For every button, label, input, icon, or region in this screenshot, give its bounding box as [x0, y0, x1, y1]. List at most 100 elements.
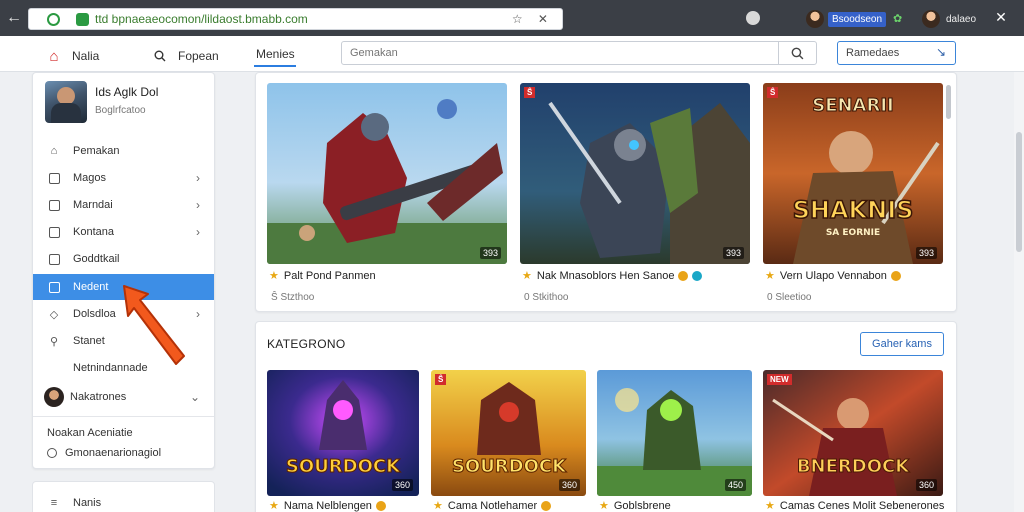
game-thumbnail[interactable]: 393 [267, 83, 507, 264]
star-icon: ★ [765, 270, 775, 282]
sidebar-item-label: Stanet [73, 335, 105, 347]
sidebar-item-pemakan[interactable]: ⌂ Pemakan [33, 138, 214, 164]
new-tag: Ŝ [524, 87, 536, 98]
game-thumbnail[interactable]: Ŝ 393 [520, 83, 750, 264]
grid-icon [47, 252, 61, 266]
sidebar: Ids Aglk Dol Boglrfcatoo ⌂ Pemakan Magos… [32, 72, 215, 469]
view-count-badge: 393 [915, 247, 937, 259]
address-bar[interactable]: ttd bpnaeaeocomon/lildaost.bmabb.com ☆ ✕ [28, 8, 563, 30]
sidebar-item-label: Marndai [73, 199, 113, 211]
active-tab-indicator [254, 65, 296, 67]
avatar [44, 387, 64, 407]
extension-icon[interactable] [746, 11, 760, 25]
nav-search[interactable]: Fopean [152, 47, 219, 65]
nav-home-label: Nalia [72, 49, 100, 63]
sidebar-item-label: Nedent [73, 281, 109, 293]
house-icon: ⌂ [50, 145, 58, 157]
sidebar-section-heading: Noakan Aceniatie [47, 427, 133, 439]
filter-dropdown[interactable]: Ramedaes ↘ [837, 41, 956, 65]
sidebar-item-label: Gmonaenarionagiol [65, 447, 162, 459]
sidebar-item-magos[interactable]: Magos › [33, 165, 214, 191]
game-thumbnail[interactable]: SOURDOCK 360 [267, 370, 419, 496]
game-title[interactable]: ★ Nama Nelblengen [269, 499, 386, 512]
coin-icon [890, 270, 901, 281]
url-text: ttd bpnaeaeocomon/lildaost.bmabb.com [95, 12, 308, 26]
game-title[interactable]: ★ Goblsbrene [599, 499, 671, 512]
grid-icon [47, 171, 61, 185]
sidebar-item-label: Nanis [73, 497, 102, 509]
sidebar-item-label: Goddtkail [73, 253, 120, 265]
search-input[interactable] [350, 45, 770, 61]
sidebar-item-label: Magos [73, 172, 107, 184]
game-art-title: SENARII [812, 95, 894, 116]
expand-icon[interactable]: ↘ [936, 45, 946, 59]
new-tag: Ŝ [435, 374, 447, 385]
game-art-title: SOURDOCK [286, 456, 401, 477]
sidebar-item-nanis[interactable]: ≡ Nanis [33, 490, 214, 512]
game-title[interactable]: ★ Cama Notlehamer [433, 499, 552, 512]
sidebar-item-nakatrones[interactable]: Nakatrones ⌄ [33, 384, 214, 410]
sidebar-item-label: Kontana [73, 226, 114, 238]
star-icon: ★ [599, 500, 609, 512]
game-title-text: Camas Cenes Molit Sebenerones [779, 499, 945, 512]
list-icon: ≡ [50, 497, 58, 509]
game-title-text: Goblsbrene [613, 499, 671, 512]
view-count-badge: 360 [915, 479, 937, 491]
sidebar-item-footer[interactable]: Gmonaenarionagiol [47, 447, 161, 459]
game-title[interactable]: ★ Camas Cenes Molit Sebenerones [765, 499, 944, 512]
see-all-button[interactable]: Gaher kams [860, 332, 944, 356]
sidebar-item-label: Pemakan [73, 145, 120, 157]
game-meta: 0 Sleetioo [767, 292, 812, 303]
user-name: Ids Aglk Dol [95, 85, 159, 99]
sidebar-item-goddtkail[interactable]: Goddtkail [33, 246, 214, 272]
avatar[interactable] [45, 81, 87, 123]
scrollbar-thumb[interactable] [1016, 132, 1022, 252]
filter-label: Ramedaes [846, 47, 900, 59]
bookmark-star-icon[interactable]: ☆ ✕ [512, 12, 554, 26]
tab-menies[interactable]: Menies [256, 47, 295, 61]
star-icon: ★ [522, 270, 532, 282]
search-field[interactable] [341, 41, 817, 65]
back-arrow-icon[interactable]: ← [4, 8, 24, 28]
game-meta: Ŝ Stzthoo [271, 292, 315, 303]
nav-home[interactable]: ⌂ Nalia [46, 47, 99, 65]
sidebar-secondary-panel: ≡ Nanis [32, 481, 215, 512]
game-thumbnail[interactable]: SENARII SHAKNIS SA EORNIE Ŝ 393 [763, 83, 943, 264]
chevron-right-icon: › [196, 225, 200, 239]
chevron-down-icon: ⌄ [189, 390, 200, 404]
coin-icon [375, 500, 386, 511]
panel-scrollbar[interactable] [946, 85, 951, 119]
close-window-icon[interactable]: ✕ [990, 9, 1012, 27]
view-count-badge: 393 [479, 247, 501, 259]
coin-icon [678, 270, 689, 281]
account-menu[interactable]: dalaeo [922, 10, 976, 28]
star-icon: ★ [765, 500, 775, 512]
game-thumbnail[interactable]: BNERDOCK NEW 360 [763, 370, 943, 496]
chevron-right-icon: › [196, 307, 200, 321]
game-title[interactable]: ★ Vern Ulapo Vennabon [765, 269, 901, 282]
page-scrollbar[interactable] [1014, 72, 1024, 512]
user-subtitle: Boglrfcatoo [95, 105, 146, 116]
pointer-arrow-icon [123, 285, 185, 365]
game-title[interactable]: ★ Nak Mnasoblors Hen Sanoe [522, 269, 703, 282]
extension-puzzle-icon[interactable]: ✿ [893, 12, 902, 25]
secure-icon [47, 13, 60, 26]
search-button[interactable] [778, 42, 816, 64]
avatar [806, 10, 824, 28]
sidebar-item-kontana[interactable]: Kontana › [33, 219, 214, 245]
profile-chip[interactable]: Bsoodseon [806, 10, 887, 28]
game-title[interactable]: ★ Palt Pond Panmen [269, 269, 376, 283]
info-icon [692, 270, 703, 281]
new-tag: NEW [767, 374, 792, 385]
game-thumbnail[interactable]: SOURDOCK Ŝ 360 [431, 370, 586, 496]
browser-toolbar: ← ttd bpnaeaeocomon/lildaost.bmabb.com ☆… [0, 0, 1024, 36]
search-icon [791, 47, 804, 59]
view-count-badge: 360 [391, 479, 413, 491]
star-icon: ★ [433, 500, 443, 512]
star-icon: ★ [269, 500, 279, 512]
account-label: dalaeo [946, 13, 977, 25]
view-count-badge: 360 [558, 479, 580, 491]
sidebar-item-marndai[interactable]: Marndai › [33, 192, 214, 218]
game-art-tagline: SA EORNIE [826, 228, 880, 238]
game-thumbnail[interactable]: 450 [597, 370, 752, 496]
